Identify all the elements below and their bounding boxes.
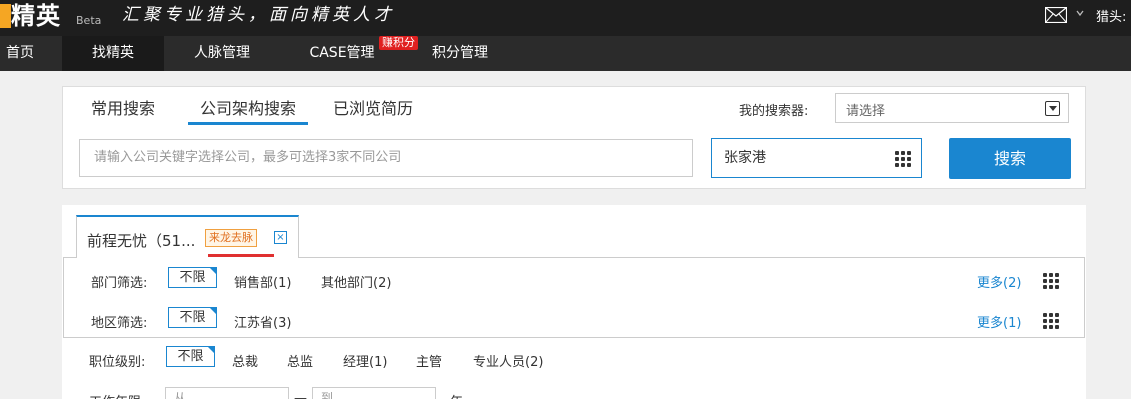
region-more-link[interactable]: 更多(1): [977, 312, 1021, 331]
nav-home[interactable]: 首页: [0, 36, 40, 71]
department-filter-row: 部门筛选: 不限 销售部(1) 其他部门(2) 更多(2): [64, 266, 1084, 296]
company-tab-label[interactable]: 前程无忧（51...: [87, 230, 195, 251]
department-option[interactable]: 其他部门(2): [321, 272, 391, 291]
headhunter-label[interactable]: 猎头:: [1096, 6, 1126, 25]
department-more-link[interactable]: 更多(2): [977, 272, 1021, 291]
earn-points-badge[interactable]: 赚积分: [379, 36, 418, 50]
logo-badge: [0, 4, 11, 28]
mail-icon[interactable]: [1045, 7, 1067, 23]
grid-menu-icon[interactable]: [1043, 273, 1059, 289]
region-unlimited-option[interactable]: 不限: [168, 307, 217, 328]
highlight-underline: [208, 254, 274, 257]
tab-company-structure[interactable]: 公司架构搜索: [188, 95, 309, 125]
nav-find-elite[interactable]: 找精英: [62, 36, 164, 71]
level-filter-label: 职位级别:: [89, 355, 146, 370]
level-option[interactable]: 总裁: [232, 351, 258, 370]
years-filter-row: 工作年限: 从 — 到 年: [62, 385, 1082, 399]
nav-network[interactable]: 人脉管理: [180, 36, 264, 71]
years-unit: 年: [450, 391, 463, 399]
search-panel: 常用搜索 公司架构搜索 已浏览简历 我的搜索器: 请选择 请输入公司关键字选择公…: [62, 86, 1086, 189]
grid-menu-icon[interactable]: [895, 151, 911, 167]
department-option[interactable]: 销售部(1): [234, 272, 291, 291]
tab-common-search[interactable]: 常用搜索: [91, 95, 155, 125]
search-button[interactable]: 搜索: [949, 138, 1071, 179]
level-option[interactable]: 主管: [416, 351, 442, 370]
origin-badge[interactable]: 来龙去脉: [205, 229, 257, 247]
years-from-input[interactable]: 从: [165, 387, 289, 399]
filter-box: 部门筛选: 不限 销售部(1) 其他部门(2) 更多(2) 地区筛选: 不限 江…: [63, 257, 1085, 338]
main-nav: 首页 找精英 人脉管理 CASE管理 积分管理: [0, 36, 1131, 71]
location-value: 张家港: [724, 150, 766, 166]
level-option[interactable]: 经理(1): [343, 351, 387, 370]
company-search-input[interactable]: 请输入公司关键字选择公司，最多可选择3家不同公司: [79, 139, 693, 177]
level-unlimited-option[interactable]: 不限: [166, 346, 215, 367]
dropdown-arrow-icon[interactable]: [1045, 101, 1060, 116]
beta-label: Beta: [76, 14, 102, 27]
grid-menu-icon[interactable]: [1043, 313, 1059, 329]
level-option[interactable]: 总监: [287, 351, 313, 370]
slogan: 汇聚专业猎头，面向精英人才: [122, 5, 395, 25]
tab-viewed-resumes[interactable]: 已浏览简历: [333, 95, 413, 125]
results-section: 前程无忧（51... 来龙去脉 × 部门筛选: 不限 销售部(1) 其他部门(2…: [62, 205, 1086, 399]
caret-down-icon[interactable]: [1076, 9, 1084, 17]
top-header: 精英 Beta 汇聚专业猎头，面向精英人才 猎头:: [0, 0, 1131, 36]
location-input[interactable]: 张家港: [711, 138, 922, 178]
region-filter-label: 地区筛选:: [91, 316, 148, 331]
level-filter-row: 职位级别: 不限 总裁 总监 经理(1) 主管 专业人员(2): [62, 345, 1082, 375]
company-tab[interactable]: 前程无忧（51... 来龙去脉 ×: [76, 215, 299, 258]
level-option[interactable]: 专业人员(2): [473, 351, 543, 370]
searcher-select-value: 请选择: [846, 104, 886, 119]
region-option[interactable]: 江苏省(3): [234, 312, 291, 331]
department-filter-label: 部门筛选:: [91, 276, 148, 291]
logo[interactable]: 精英: [11, 2, 61, 30]
nav-points[interactable]: 积分管理: [420, 36, 500, 71]
region-filter-row: 地区筛选: 不限 江苏省(3) 更多(1): [64, 306, 1084, 336]
nav-case[interactable]: CASE管理: [300, 36, 384, 71]
years-filter-label: 工作年限:: [89, 391, 145, 399]
my-searcher-label: 我的搜索器:: [739, 104, 809, 119]
department-unlimited-option[interactable]: 不限: [168, 267, 217, 288]
years-separator: —: [294, 391, 307, 399]
searcher-select[interactable]: 请选择: [835, 93, 1069, 123]
years-to-input[interactable]: 到: [312, 387, 436, 399]
close-icon[interactable]: ×: [274, 231, 287, 244]
